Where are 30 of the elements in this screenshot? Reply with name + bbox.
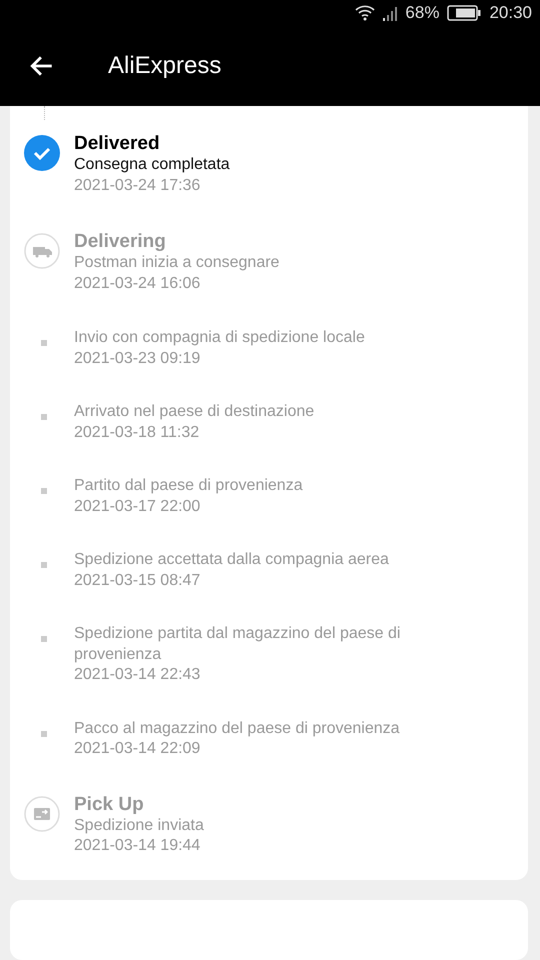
- event-title: Pick Up: [74, 792, 145, 816]
- event-title: Delivering: [74, 230, 167, 253]
- event-description: Arrivato nel paese di destinazione: [74, 402, 314, 422]
- event-title: Delivered: [74, 132, 161, 155]
- event-date: 2021-03-14 22:09: [74, 739, 202, 759]
- event-description: Invio con compagnia di spedizione locale: [74, 328, 365, 348]
- event-description: Postman inizia a consegnare: [74, 253, 280, 273]
- battery-icon: [447, 5, 482, 21]
- check-circle-icon: [24, 135, 60, 171]
- event-description: Partito dal paese di provenienza: [74, 476, 303, 496]
- event-description: Spedizione partita dal magazzino del paese di provenienza: [74, 624, 402, 664]
- event-description: Spedizione accettata dalla compagnia aerea: [74, 550, 389, 570]
- event-date: 2021-03-18 11:32: [74, 422, 200, 442]
- event-description: Pacco al magazzino del paese di provenienza: [74, 718, 400, 738]
- event-date: 2021-03-17 22:00: [74, 496, 202, 516]
- wifi-icon: [355, 5, 376, 21]
- event-date: 2021-03-15 08:47: [74, 570, 202, 590]
- event-date: 2021-03-14 22:43: [74, 665, 202, 685]
- header-title: AliExpress: [108, 52, 222, 80]
- event-date: 2021-03-24 17:36: [74, 176, 202, 196]
- parcel-out-icon: [24, 796, 60, 832]
- battery-percentage: 68%: [405, 3, 440, 23]
- event-description: Spedizione inviata: [74, 816, 204, 836]
- event-date: 2021-03-23 09:19: [74, 348, 202, 368]
- truck-icon: [24, 233, 60, 269]
- clock: 20:30: [489, 3, 532, 23]
- event-description: Consegna completata: [74, 155, 230, 175]
- event-date: 2021-03-14 19:44: [74, 836, 202, 856]
- event-date: 2021-03-24 16:06: [74, 274, 202, 294]
- signal-icon: [383, 5, 398, 21]
